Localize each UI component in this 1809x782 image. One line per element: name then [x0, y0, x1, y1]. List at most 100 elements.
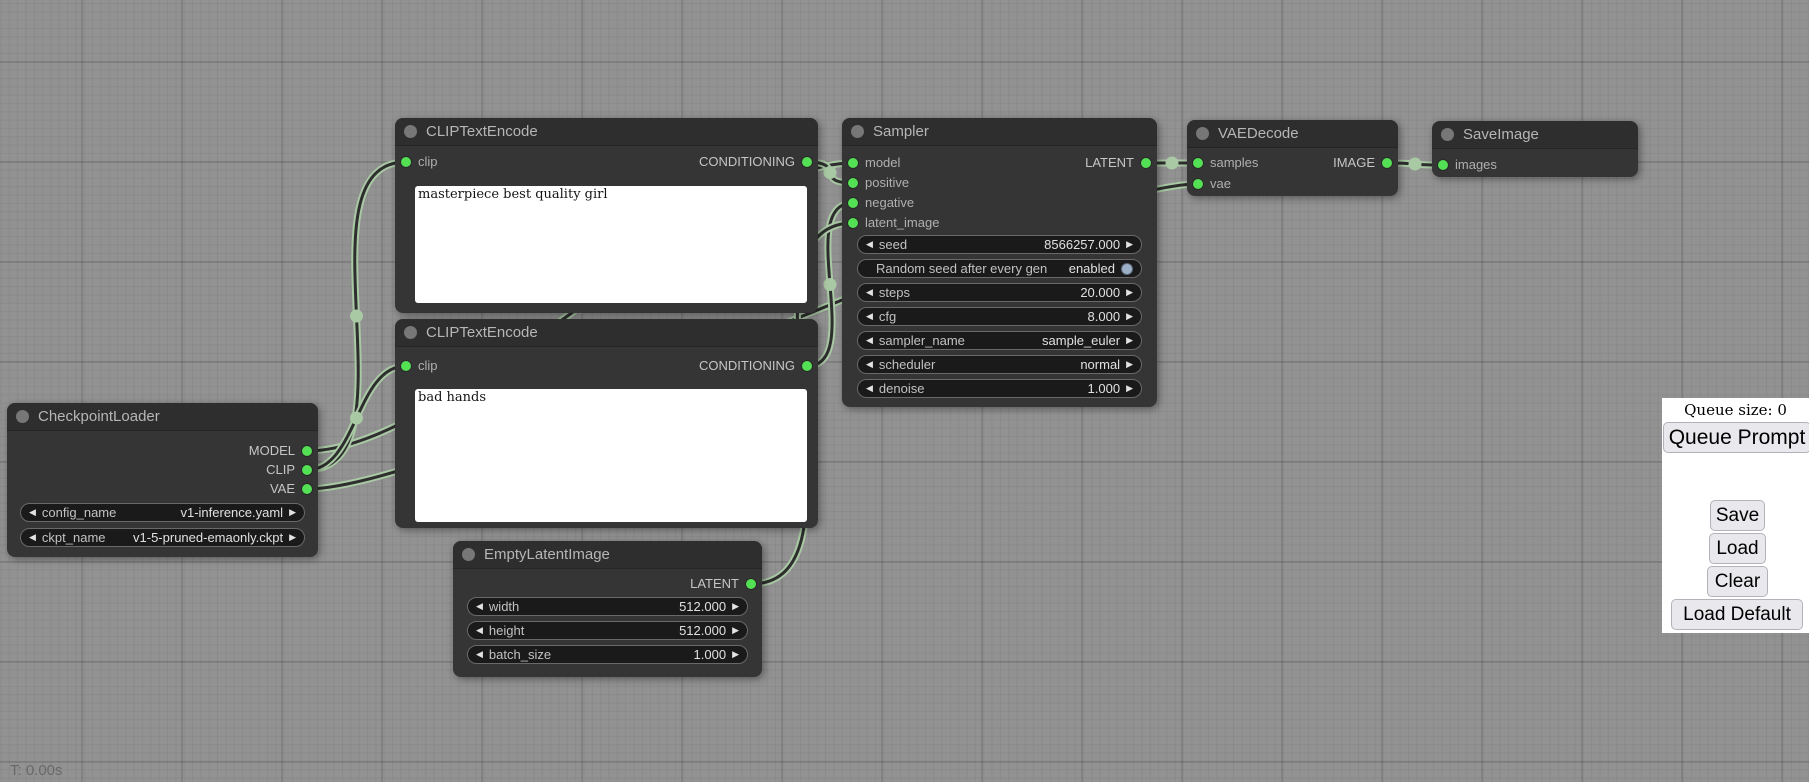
node-title: SaveImage	[1463, 121, 1539, 148]
output-slot-image: IMAGE	[1187, 153, 1398, 173]
increment-arrow-icon[interactable]: ▶	[1126, 283, 1133, 302]
decrement-arrow-icon[interactable]: ◀	[866, 331, 873, 350]
output-slot-latent: LATENT	[842, 153, 1157, 173]
output-port-latent[interactable]	[1141, 158, 1151, 168]
node-titlebar[interactable]: Sampler	[842, 118, 1157, 146]
node-sampler[interactable]: Sampler model positive negative latent_i…	[842, 118, 1157, 407]
output-label: CONDITIONING	[699, 152, 795, 172]
output-port-conditioning[interactable]	[802, 157, 812, 167]
widget-config-name[interactable]: ◀ config_name v1-inference.yaml ▶	[20, 503, 305, 522]
input-label: positive	[865, 173, 909, 193]
node-titlebar[interactable]: EmptyLatentImage	[453, 541, 762, 569]
output-port-vae[interactable]	[302, 484, 312, 494]
widget-seed[interactable]: ◀ seed 8566257.000 ▶	[857, 235, 1142, 254]
collapse-dot-icon[interactable]	[1196, 127, 1209, 140]
node-saveimage[interactable]: SaveImage images	[1432, 121, 1638, 177]
collapse-dot-icon[interactable]	[1441, 128, 1454, 141]
widget-steps[interactable]: ◀ steps 20.000 ▶	[857, 283, 1142, 302]
decrement-arrow-icon[interactable]: ◀	[866, 355, 873, 374]
widget-width[interactable]: ◀ width 512.000 ▶	[467, 597, 748, 616]
node-cliptextencode-negative[interactable]: CLIPTextEncode clip CONDITIONING bad han…	[395, 319, 818, 528]
decrement-arrow-icon[interactable]: ◀	[29, 503, 36, 522]
increment-arrow-icon[interactable]: ▶	[1126, 307, 1133, 326]
decrement-arrow-icon[interactable]: ◀	[866, 307, 873, 326]
prompt-textarea[interactable]: masterpiece best quality girl	[415, 186, 807, 303]
output-port-conditioning[interactable]	[802, 361, 812, 371]
prompt-textarea[interactable]: bad hands	[415, 389, 807, 522]
widget-label: seed	[879, 237, 907, 252]
collapse-dot-icon[interactable]	[404, 125, 417, 138]
load-default-button[interactable]: Load Default	[1671, 599, 1803, 630]
decrement-arrow-icon[interactable]: ◀	[476, 597, 483, 616]
widget-label: width	[489, 599, 519, 614]
output-label: MODEL	[249, 441, 295, 461]
node-titlebar[interactable]: SaveImage	[1432, 121, 1638, 149]
increment-arrow-icon[interactable]: ▶	[732, 621, 739, 640]
widget-height[interactable]: ◀ height 512.000 ▶	[467, 621, 748, 640]
clear-button[interactable]: Clear	[1707, 566, 1768, 597]
increment-arrow-icon[interactable]: ▶	[289, 503, 296, 522]
widget-value: 1.000	[557, 647, 726, 662]
increment-arrow-icon[interactable]: ▶	[289, 528, 296, 547]
increment-arrow-icon[interactable]: ▶	[732, 645, 739, 664]
input-port-positive[interactable]	[848, 178, 858, 188]
collapse-dot-icon[interactable]	[851, 125, 864, 138]
decrement-arrow-icon[interactable]: ◀	[866, 283, 873, 302]
widget-value: enabled	[1053, 261, 1115, 276]
input-label: negative	[865, 193, 914, 213]
node-titlebar[interactable]: CLIPTextEncode	[395, 319, 818, 347]
output-port-model[interactable]	[302, 446, 312, 456]
node-titlebar[interactable]: CheckpointLoader	[7, 403, 318, 431]
toggle-dot-icon[interactable]	[1121, 263, 1133, 275]
widget-value: sample_euler	[971, 333, 1120, 348]
collapse-dot-icon[interactable]	[16, 410, 29, 423]
decrement-arrow-icon[interactable]: ◀	[29, 528, 36, 547]
node-title: CLIPTextEncode	[426, 319, 538, 346]
widget-sampler-name[interactable]: ◀ sampler_name sample_euler ▶	[857, 331, 1142, 350]
output-port-clip[interactable]	[302, 465, 312, 475]
increment-arrow-icon[interactable]: ▶	[1126, 331, 1133, 350]
save-button[interactable]: Save	[1710, 500, 1765, 531]
output-label: VAE	[270, 479, 295, 499]
decrement-arrow-icon[interactable]: ◀	[476, 621, 483, 640]
widget-batch-size[interactable]: ◀ batch_size 1.000 ▶	[467, 645, 748, 664]
load-button[interactable]: Load	[1709, 533, 1766, 564]
widget-value: 512.000	[530, 623, 726, 638]
increment-arrow-icon[interactable]: ▶	[732, 597, 739, 616]
input-port-negative[interactable]	[848, 198, 858, 208]
widget-value: 20.000	[916, 285, 1120, 300]
input-slot-latent-image: latent_image	[842, 213, 1157, 233]
collapse-dot-icon[interactable]	[404, 326, 417, 339]
decrement-arrow-icon[interactable]: ◀	[476, 645, 483, 664]
decrement-arrow-icon[interactable]: ◀	[866, 235, 873, 254]
widget-denoise[interactable]: ◀ denoise 1.000 ▶	[857, 379, 1142, 398]
output-port-latent[interactable]	[746, 579, 756, 589]
widget-label: denoise	[879, 381, 925, 396]
widget-label: steps	[879, 285, 910, 300]
output-port-image[interactable]	[1382, 158, 1392, 168]
widget-ckpt-name[interactable]: ◀ ckpt_name v1-5-pruned-emaonly.ckpt ▶	[20, 528, 305, 547]
node-cliptextencode-positive[interactable]: CLIPTextEncode clip CONDITIONING masterp…	[395, 118, 818, 313]
input-port-images[interactable]	[1438, 160, 1448, 170]
input-port-vae[interactable]	[1193, 179, 1203, 189]
node-checkpointloader[interactable]: CheckpointLoader MODEL CLIP VAE ◀ config…	[7, 403, 318, 557]
node-graph-canvas[interactable]: CheckpointLoader MODEL CLIP VAE ◀ config…	[0, 0, 1809, 782]
node-title: EmptyLatentImage	[484, 541, 610, 568]
input-port-latent-image[interactable]	[848, 218, 858, 228]
collapse-dot-icon[interactable]	[462, 548, 475, 561]
output-label: CLIP	[266, 460, 295, 480]
widget-scheduler[interactable]: ◀ scheduler normal ▶	[857, 355, 1142, 374]
increment-arrow-icon[interactable]: ▶	[1126, 355, 1133, 374]
widget-value: v1-5-pruned-emaonly.ckpt	[112, 530, 284, 545]
increment-arrow-icon[interactable]: ▶	[1126, 235, 1133, 254]
node-emptylatentimage[interactable]: EmptyLatentImage LATENT ◀ width 512.000 …	[453, 541, 762, 677]
node-titlebar[interactable]: CLIPTextEncode	[395, 118, 818, 146]
widget-label: height	[489, 623, 524, 638]
node-titlebar[interactable]: VAEDecode	[1187, 120, 1398, 148]
decrement-arrow-icon[interactable]: ◀	[866, 379, 873, 398]
widget-random-seed-toggle[interactable]: Random seed after every gen enabled	[857, 259, 1142, 278]
widget-cfg[interactable]: ◀ cfg 8.000 ▶	[857, 307, 1142, 326]
node-vaedecode[interactable]: VAEDecode samples vae IMAGE	[1187, 120, 1398, 196]
increment-arrow-icon[interactable]: ▶	[1126, 379, 1133, 398]
queue-prompt-button[interactable]: Queue Prompt	[1663, 422, 1809, 453]
